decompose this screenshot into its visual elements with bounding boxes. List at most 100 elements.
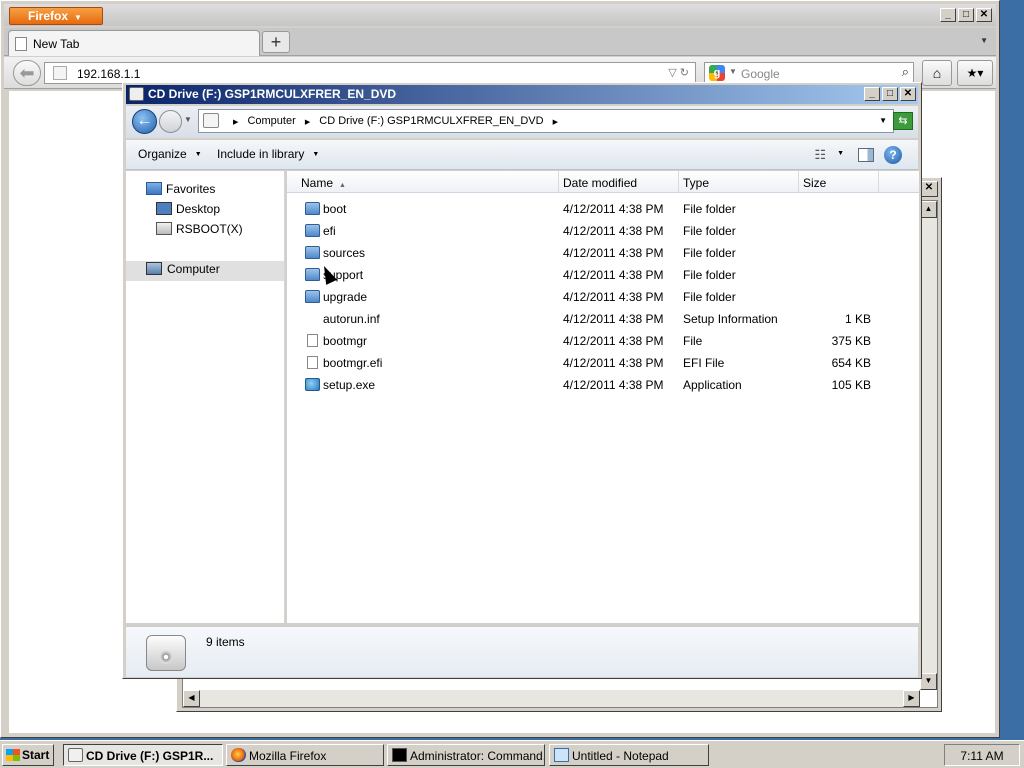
include-in-library-label: Include in library [217,147,305,161]
change-view-icon[interactable]: ☷ [814,147,826,163]
drive-icon [156,222,172,235]
folder-icon [305,268,320,281]
column-header-size[interactable]: Size [799,171,879,193]
nav-item-favorites[interactable]: Favorites [146,181,276,201]
column-header-type[interactable]: Type [679,171,799,193]
url-text: 192.168.1.1 [77,67,141,81]
folder-icon [305,290,320,303]
nav-item-rsboot[interactable]: RSBOOT(X) [156,221,276,241]
firefox-window-controls: _ □ ✕ [940,8,992,22]
search-engine-dropdown-icon[interactable]: ▼ [729,67,737,76]
address-history-icon[interactable]: ▼ [879,116,887,125]
taskbar-item-firefox[interactable]: Mozilla Firefox [226,744,384,766]
back-button[interactable]: ⬅ [13,60,41,86]
firefox-menu-label: Firefox [28,9,69,23]
file-date: 4/12/2011 4:38 PM [563,268,664,282]
breadcrumb-computer[interactable]: Computer [247,115,295,127]
table-row[interactable]: efi 4/12/2011 4:38 PM File folder [287,221,919,243]
taskbar-item-label: Untitled - Notepad [572,749,669,763]
close-button[interactable]: ✕ [900,87,916,101]
search-bar[interactable]: g ▼ Google ⌕ [704,62,914,84]
minimize-button[interactable]: _ [940,8,956,22]
file-type: File folder [683,224,736,238]
horizontal-scrollbar[interactable]: ◀ ▶ [183,690,920,707]
breadcrumb-cd-drive[interactable]: CD Drive (F:) GSP1RMCULXFRER_EN_DVD [319,115,543,127]
view-options-icon[interactable]: ▼ [837,150,844,157]
taskbar-item-notepad[interactable]: Untitled - Notepad [549,744,709,766]
new-tab-button[interactable]: + [262,31,290,53]
scroll-up-icon[interactable]: ▲ [920,201,937,218]
chevron-down-icon: ▼ [312,151,320,159]
firefox-titlebar: Firefox ▼ _ □ ✕ [4,4,996,26]
table-row[interactable]: bootmgr.efi 4/12/2011 4:38 PM EFI File 6… [287,353,919,375]
tab-list-icon[interactable]: ▼ [980,36,988,45]
table-row[interactable]: upgrade 4/12/2011 4:38 PM File folder [287,287,919,309]
preview-pane-icon[interactable] [858,148,874,162]
url-bar[interactable]: 192.168.1.1 ▽ ↻ [44,62,696,84]
tab-title: New Tab [33,37,80,51]
chevron-right-icon[interactable]: ▶ [305,119,310,126]
table-row[interactable]: sources 4/12/2011 4:38 PM File folder [287,243,919,265]
include-in-library-button[interactable]: Include in library ▼ [217,147,319,161]
table-row[interactable]: bootmgr 4/12/2011 4:38 PM File 375 KB [287,331,919,353]
desktop-icon [156,202,172,215]
file-size: 1 KB [844,312,871,326]
file-date: 4/12/2011 4:38 PM [563,378,664,392]
organize-label: Organize [138,147,187,161]
start-button[interactable]: Start [2,744,54,766]
recent-pages-icon[interactable]: ▼ [184,115,192,124]
folder-icon [305,224,320,237]
minimize-button[interactable]: _ [864,87,880,101]
file-date: 4/12/2011 4:38 PM [563,290,664,304]
forward-button[interactable] [159,110,182,133]
scroll-down-icon[interactable]: ▼ [920,673,937,690]
nav-item-desktop[interactable]: Desktop [156,201,276,221]
table-row[interactable]: autorun.inf 4/12/2011 4:38 PM Setup Info… [287,309,919,331]
breadcrumb[interactable]: ▶ Computer ▶ CD Drive (F:) GSP1RMCULXFRE… [198,109,894,133]
organize-button[interactable]: Organize ▼ [138,147,202,161]
column-header-date[interactable]: Date modified [559,171,679,193]
taskbar-item-label: Mozilla Firefox [249,749,327,763]
explorer-title: CD Drive (F:) GSP1RMCULXFRER_EN_DVD [148,87,397,101]
scroll-left-icon[interactable]: ◀ [183,690,200,707]
chevron-right-icon[interactable]: ▶ [233,119,238,126]
firefox-menu-button[interactable]: Firefox ▼ [9,7,103,25]
explorer-window-controls: _ □ ✕ [864,87,916,101]
google-icon[interactable]: g [709,65,725,81]
site-identity-icon[interactable] [53,66,67,80]
file-name: bootmgr.efi [323,356,383,370]
table-row[interactable]: setup.exe 4/12/2011 4:38 PM Application … [287,375,919,397]
file-type: File folder [683,290,736,304]
refresh-icon[interactable]: ⇆ [893,112,913,130]
system-tray-clock[interactable]: 7:11 AM [944,744,1020,766]
nav-item-label: RSBOOT(X) [176,222,243,236]
column-header-name[interactable]: Name ▲ [287,171,559,193]
close-button[interactable]: ✕ [976,8,992,22]
taskbar-item-command-prompt[interactable]: Administrator: Command... [387,744,545,766]
explorer-titlebar[interactable]: CD Drive (F:) GSP1RMCULXFRER_EN_DVD _ □ … [126,85,918,104]
help-icon[interactable]: ? [884,146,902,164]
chevron-down-icon: ▼ [194,151,202,159]
reload-icon[interactable]: ▽ ↻ [668,66,689,79]
home-button[interactable]: ⌂ [922,60,952,86]
bookmarks-button[interactable]: ★▾ [957,60,993,86]
taskbar-item-explorer[interactable]: CD Drive (F:) GSP1R... [63,744,223,766]
scroll-right-icon[interactable]: ▶ [903,690,920,707]
file-type: Application [683,378,742,392]
maximize-button[interactable]: □ [882,87,898,101]
vertical-scrollbar[interactable]: ▲ ▼ [920,201,937,690]
close-button[interactable]: ✕ [920,181,938,197]
chevron-right-icon[interactable]: ▶ [553,119,558,126]
tab-new-tab[interactable]: New Tab [8,30,260,56]
table-row[interactable]: support 4/12/2011 4:38 PM File folder [287,265,919,287]
sort-ascending-icon: ▲ [339,182,346,189]
maximize-button[interactable]: □ [958,8,974,22]
back-button[interactable]: ← [132,109,157,134]
table-row[interactable]: boot 4/12/2011 4:38 PM File folder [287,199,919,221]
nav-item-computer[interactable]: Computer [126,261,284,281]
file-icon [307,334,318,347]
application-icon [305,378,320,391]
windows-logo-icon [6,749,20,761]
search-icon[interactable]: ⌕ [902,64,909,80]
file-icon [307,356,318,369]
